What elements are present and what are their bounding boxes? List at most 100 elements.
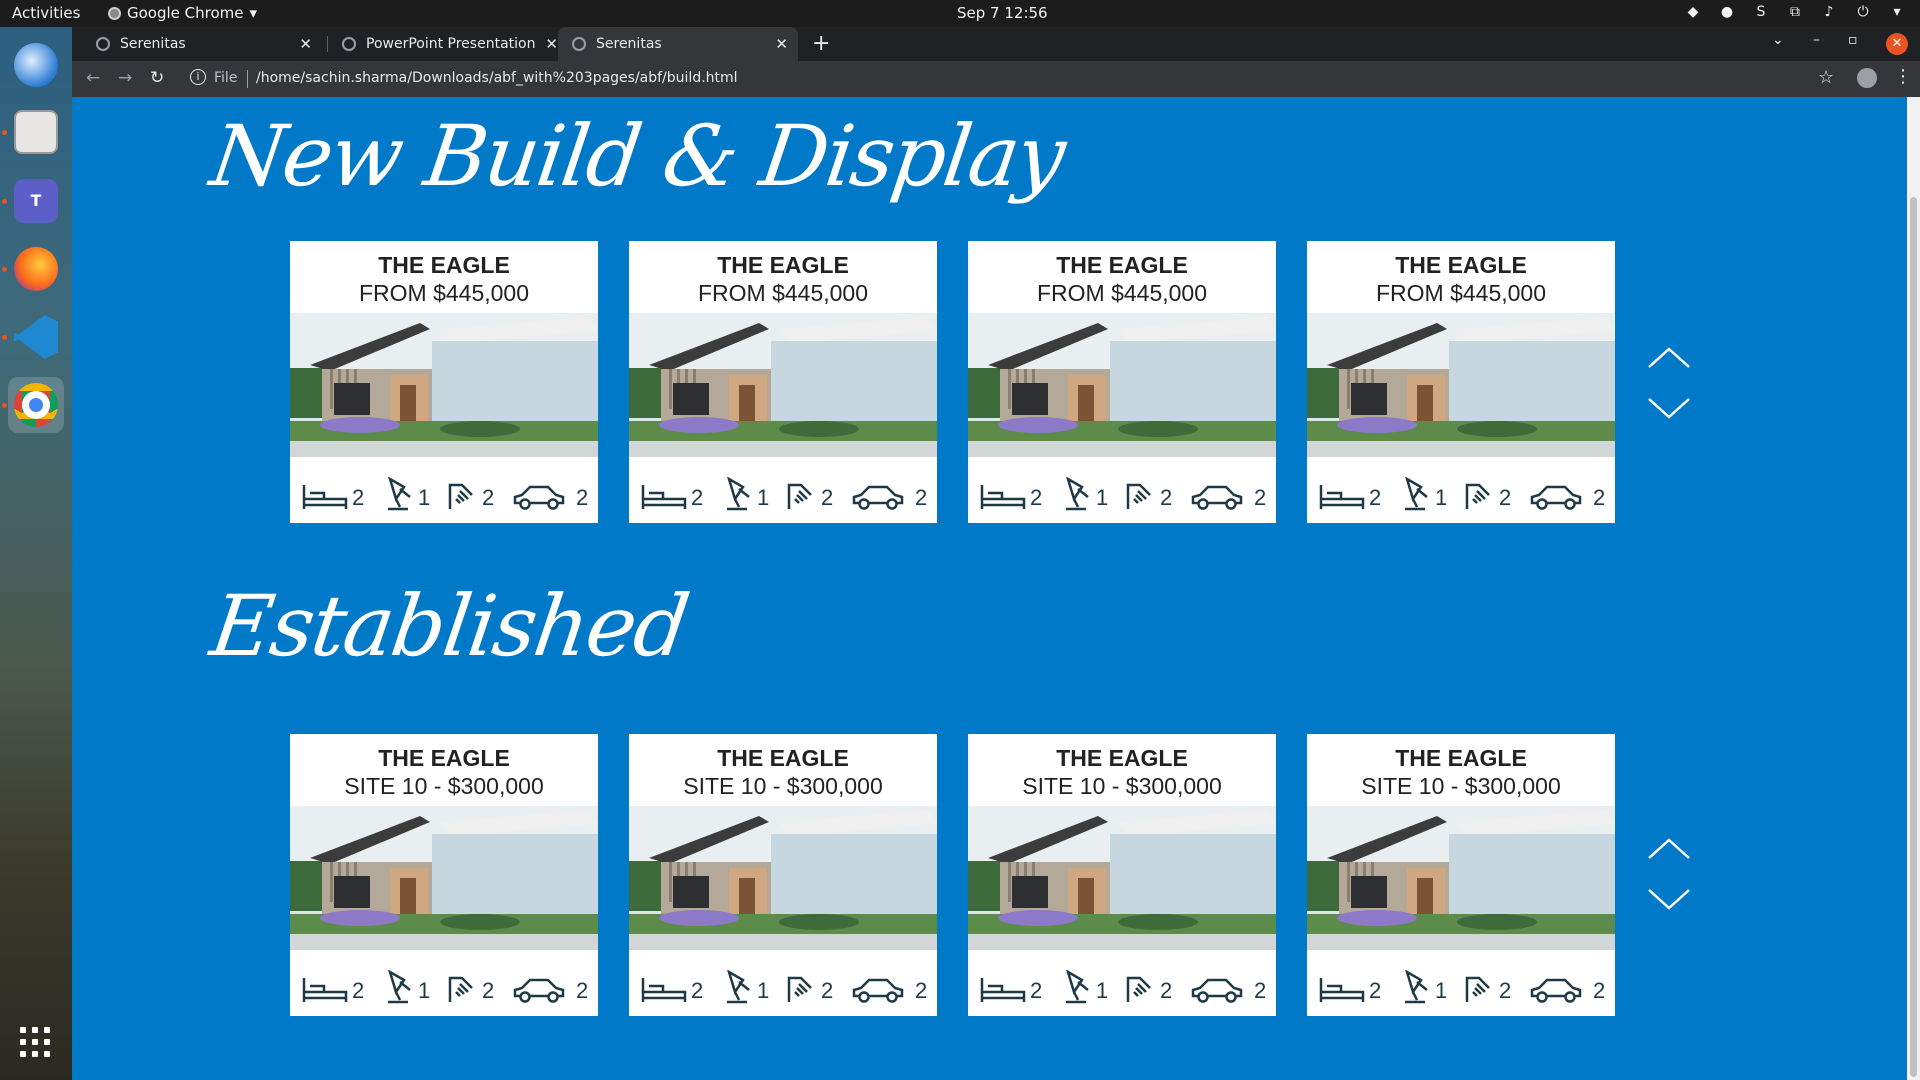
bed-icon [302, 978, 348, 1002]
beds-count: 2 [691, 978, 704, 1003]
forward-button[interactable]: → [118, 68, 132, 88]
listing-price: SITE 10 - $300,000 [683, 773, 883, 799]
color-tray-icon[interactable]: ● [1718, 3, 1736, 21]
bed-icon [980, 485, 1026, 509]
dock-thunderbird[interactable] [8, 37, 64, 93]
close-tab-icon[interactable]: ✕ [775, 35, 788, 53]
house-photo [290, 313, 598, 457]
reload-button[interactable]: ↻ [150, 68, 164, 88]
listing-price: FROM $445,000 [358, 280, 530, 306]
scroll-down-arrow-icon[interactable] [1647, 397, 1691, 419]
feature-showers: 2 [785, 467, 833, 511]
new-tab-button[interactable]: + [812, 31, 830, 56]
car-icon [852, 485, 904, 510]
dock-firefox[interactable] [8, 241, 64, 297]
dock: T [0, 27, 72, 1080]
listing-price: SITE 10 - $300,000 [344, 773, 544, 799]
scroll-up-arrow-icon[interactable] [1647, 838, 1691, 860]
url-divider [247, 70, 248, 88]
section-title-new-build: New Build & Display [205, 107, 1070, 205]
scroll-down-arrow-icon[interactable] [1647, 888, 1691, 910]
tab-serenitas-active[interactable]: Serenitas ✕ [558, 27, 798, 61]
dock-chrome[interactable] [8, 377, 64, 433]
teams-tray-icon[interactable]: ◆ [1684, 3, 1702, 21]
skype-tray-icon[interactable]: S [1752, 3, 1770, 21]
tab-strip: Serenitas ✕ PowerPoint Presentation ✕ Se… [72, 27, 1920, 61]
tab-serenitas-1[interactable]: Serenitas ✕ [82, 27, 322, 61]
feature-cars: 2 [1190, 467, 1266, 511]
listing-name: THE EAGLE [1056, 745, 1188, 771]
page-content: New Build & Display THE EAGLE FROM $445,… [72, 97, 1907, 1080]
cars-count: 2 [1593, 978, 1606, 1003]
files-icon [14, 110, 58, 154]
menu-kebab-icon[interactable]: ⋮ [1894, 66, 1912, 87]
volume-icon[interactable]: ♪ [1820, 3, 1838, 21]
globe-icon [96, 37, 110, 51]
listing-card[interactable]: THE EAGLE SITE 10 - $300,000 2 1 2 2 [629, 734, 937, 1016]
bed-icon [1319, 485, 1365, 509]
listing-card[interactable]: THE EAGLE SITE 10 - $300,000 2 1 2 2 [1307, 734, 1615, 1016]
tab-title: Serenitas [596, 36, 662, 52]
minimize-button[interactable]: – [1813, 32, 1820, 48]
page-scrollbar[interactable] [1907, 97, 1920, 1080]
thunderbird-icon [14, 43, 58, 87]
showers-count: 2 [1160, 485, 1173, 510]
feature-beds: 2 [641, 960, 703, 1004]
listing-card[interactable]: THE EAGLE FROM $445,000 2 1 2 2 [629, 241, 937, 523]
app-menu[interactable]: Google Chrome ▾ [108, 4, 257, 22]
back-button[interactable]: ← [86, 68, 100, 88]
clock[interactable]: Sep 7 12:56 [957, 4, 1048, 22]
dock-teams[interactable]: T [8, 173, 64, 229]
feature-showers: 2 [1463, 960, 1511, 1004]
feature-showers: 2 [1124, 960, 1172, 1004]
tab-powerpoint[interactable]: PowerPoint Presentation ✕ [328, 27, 568, 61]
power-icon[interactable]: ⏻ [1854, 3, 1872, 21]
dock-vscode[interactable] [8, 309, 64, 365]
activities-button[interactable]: Activities [12, 4, 80, 22]
beds-count: 2 [1030, 485, 1043, 510]
house-photo [1307, 806, 1615, 950]
maximize-button[interactable]: ▫ [1848, 32, 1858, 48]
listing-name: THE EAGLE [1395, 745, 1527, 771]
bed-icon [1319, 978, 1365, 1002]
close-tab-icon[interactable]: ✕ [545, 35, 558, 53]
globe-icon [342, 37, 356, 51]
listing-name: THE EAGLE [717, 252, 849, 278]
car-icon [1530, 978, 1582, 1003]
profile-avatar[interactable] [1857, 68, 1877, 88]
dock-files[interactable] [8, 104, 64, 160]
feature-showers: 2 [446, 960, 494, 1004]
listing-card[interactable]: THE EAGLE FROM $445,000 2 1 2 2 [968, 241, 1276, 523]
chevron-down-icon[interactable]: ▾ [1888, 3, 1906, 21]
info-icon[interactable]: i [190, 69, 206, 85]
bookmark-star-icon[interactable]: ☆ [1818, 67, 1834, 88]
close-window-button[interactable]: ✕ [1886, 33, 1908, 55]
listing-card[interactable]: THE EAGLE FROM $445,000 2 1 2 2 [1307, 241, 1615, 523]
listing-card[interactable]: THE EAGLE SITE 10 - $300,000 2 1 2 2 [968, 734, 1276, 1016]
shower-icon [448, 976, 473, 1002]
running-indicator [2, 335, 7, 340]
baths-count: 1 [1435, 485, 1448, 510]
listing-card[interactable]: THE EAGLE FROM $445,000 2 1 2 2 [290, 241, 598, 523]
address-bar[interactable]: /home/sachin.sharma/Downloads/abf_with%2… [256, 70, 738, 86]
listing-card[interactable]: THE EAGLE SITE 10 - $300,000 2 1 2 2 [290, 734, 598, 1016]
beds-count: 2 [1369, 978, 1382, 1003]
feature-showers: 2 [1463, 467, 1511, 511]
feature-beds: 2 [1319, 467, 1381, 511]
feature-showers: 2 [1124, 467, 1172, 511]
scrollbar-thumb[interactable] [1910, 197, 1917, 1077]
network-icon[interactable]: ⧉ [1786, 3, 1804, 21]
running-indicator [2, 130, 7, 135]
browser-toolbar: ← → ↻ i File /home/sachin.sharma/Downloa… [72, 61, 1920, 97]
close-tab-icon[interactable]: ✕ [299, 35, 312, 53]
feature-baths: 1 [1060, 467, 1108, 511]
scroll-up-arrow-icon[interactable] [1647, 347, 1691, 369]
system-tray: ◆ ● S ⧉ ♪ ⏻ ▾ [1684, 3, 1906, 21]
listing-name: THE EAGLE [717, 745, 849, 771]
cars-count: 2 [1593, 485, 1606, 510]
running-indicator [2, 267, 7, 272]
show-apps-icon[interactable] [20, 1027, 52, 1059]
tab-search-icon[interactable]: ⌄ [1772, 32, 1784, 48]
showers-count: 2 [1160, 978, 1173, 1003]
house-photo [968, 313, 1276, 457]
